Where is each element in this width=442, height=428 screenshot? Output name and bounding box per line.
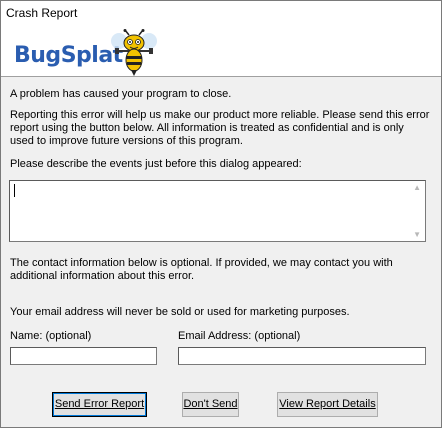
contact-text-line-1: The contact information below is optiona… xyxy=(10,257,393,269)
text-caret xyxy=(14,184,15,197)
reporting-text-line-2: report using the button below. All infor… xyxy=(10,122,404,134)
scroll-up-icon[interactable]: ▲ xyxy=(413,183,421,192)
reporting-text-line-3: used to improve future versions of this … xyxy=(10,135,243,147)
details-button-label: View Report Details xyxy=(279,398,376,410)
reporting-text-line-1: Reporting this error will help us make o… xyxy=(10,109,430,121)
view-report-details-button[interactable]: View Report Details xyxy=(277,392,378,417)
name-input[interactable] xyxy=(10,347,157,365)
send-error-report-button[interactable]: Send Error Report xyxy=(52,392,147,417)
description-textarea[interactable]: ▲ ▼ xyxy=(9,180,426,242)
email-label: Email Address: (optional) xyxy=(178,330,301,342)
window-title: Crash Report xyxy=(6,6,78,20)
contact-text-line-2: additional information about this error. xyxy=(10,270,195,282)
dont-send-button-label: Don't Send xyxy=(183,398,238,410)
logo-text-bug: Bug xyxy=(14,43,61,68)
header-banner: BugSplat xyxy=(1,27,441,77)
scroll-down-icon[interactable]: ▼ xyxy=(413,230,421,239)
send-button-label: Send Error Report xyxy=(54,398,145,410)
problem-message: A problem has caused your program to clo… xyxy=(10,88,232,100)
crash-report-dialog: Crash Report BugSplat A problem has caus… xyxy=(0,0,442,428)
name-label: Name: (optional) xyxy=(10,330,92,342)
title-bar: Crash Report xyxy=(1,1,441,27)
dont-send-button[interactable]: Don't Send xyxy=(182,392,239,417)
email-input[interactable] xyxy=(178,347,426,365)
describe-label: Please describe the events just before t… xyxy=(10,158,302,170)
privacy-text: Your email address will never be sold or… xyxy=(10,306,350,318)
bee-mascot-icon xyxy=(111,29,157,76)
